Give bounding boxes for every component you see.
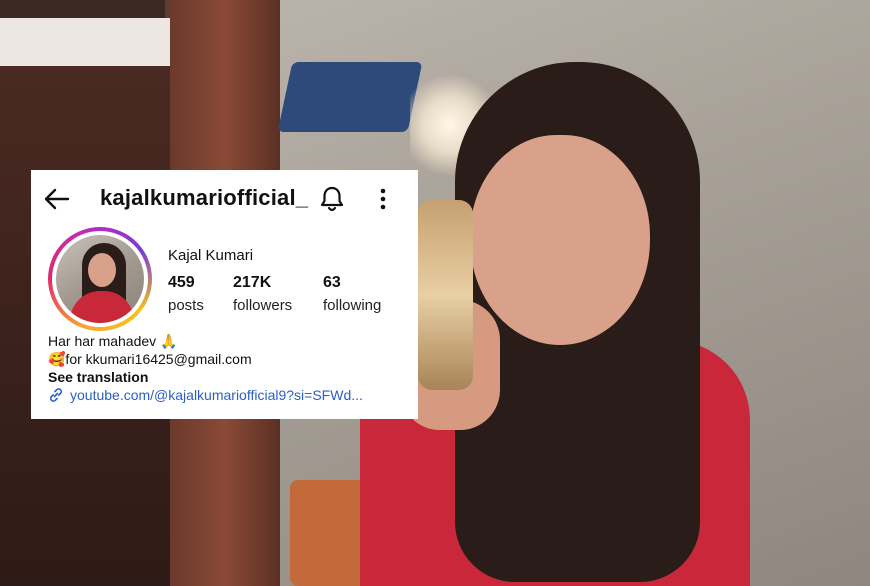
profile-username: kajalkumariofficial_ — [100, 185, 309, 210]
stat-following-value: 63 — [323, 274, 341, 291]
stat-posts[interactable]: 459 posts — [168, 274, 204, 314]
profile-link-text: youtube.com/@kajalkumariofficial9?si=SFW… — [70, 387, 363, 403]
profile-display-name: Kajal Kumari — [168, 247, 254, 264]
stat-posts-label: posts — [168, 297, 204, 314]
profile-bio: Har har mahadev 🙏 🥰for kkumari16425@gmai… — [48, 332, 252, 386]
background-cloth — [277, 62, 423, 132]
arrow-left-icon[interactable] — [43, 185, 71, 213]
stat-followers-label: followers — [233, 297, 293, 314]
avatar-story-ring[interactable] — [48, 227, 152, 331]
link-icon — [49, 388, 63, 402]
bio-line-1: Har har mahadev 🙏 — [48, 333, 178, 349]
profile-link[interactable]: youtube.com/@kajalkumariofficial9?si=SFW… — [48, 387, 363, 403]
see-translation-button[interactable]: See translation — [48, 368, 252, 386]
stat-following-label: following — [323, 297, 382, 314]
background-object — [290, 480, 370, 586]
person-face — [470, 135, 650, 345]
avatar-border — [52, 231, 148, 327]
background-shelf — [0, 18, 170, 66]
stat-posts-value: 459 — [168, 274, 195, 291]
bio-line-2: 🥰for kkumari16425@gmail.com — [48, 351, 252, 367]
profile-card: kajalkumariofficial_ Kajal Kumari 459 po… — [31, 170, 418, 419]
vertical-dots-icon[interactable] — [375, 186, 391, 212]
stat-followers[interactable]: 217K followers — [233, 274, 292, 314]
avatar-face — [88, 253, 116, 287]
background-shelf-top — [0, 0, 165, 18]
stat-followers-value: 217K — [233, 274, 272, 291]
avatar — [56, 235, 144, 323]
profile-header: kajalkumariofficial_ — [31, 170, 418, 226]
bell-icon[interactable] — [319, 185, 345, 213]
stat-following[interactable]: 63 following — [323, 274, 381, 314]
person-phone — [418, 200, 473, 390]
